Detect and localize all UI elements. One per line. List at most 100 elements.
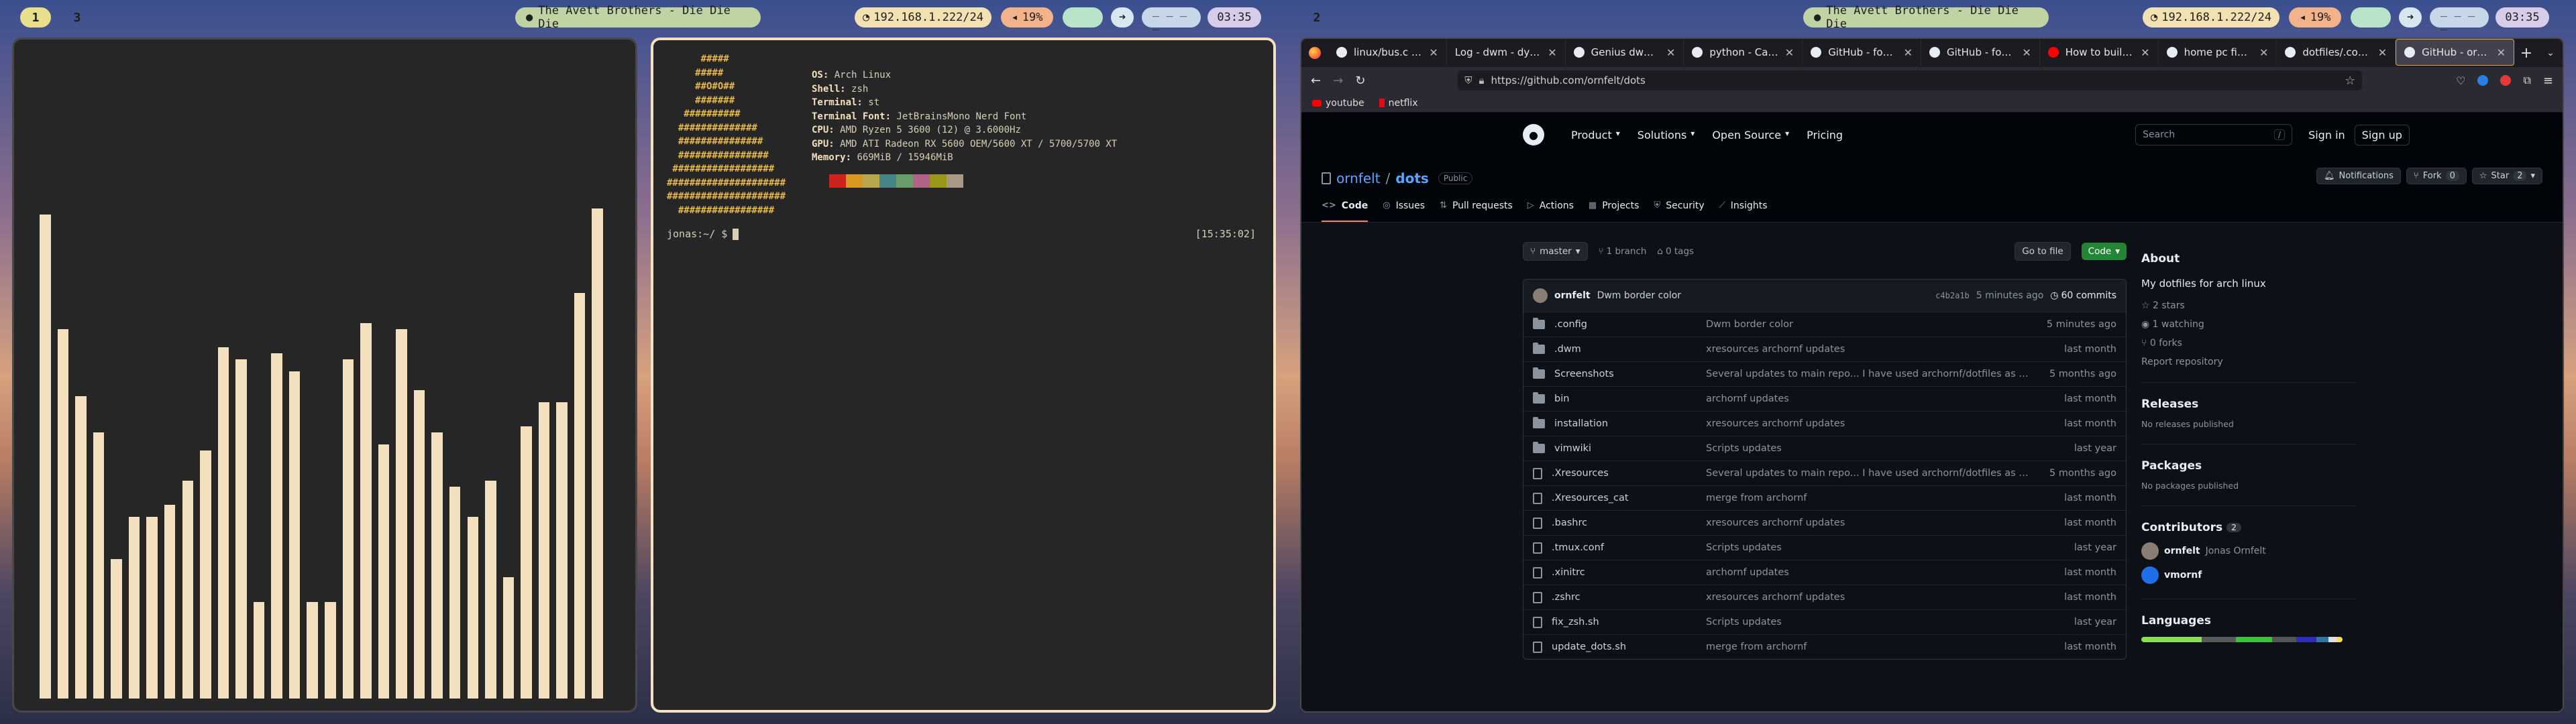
- file-name-link[interactable]: installation: [1554, 418, 1608, 429]
- forks-link[interactable]: ⑂ 0 forks: [2141, 338, 2356, 349]
- commit-message-link[interactable]: Several updates to main repo... I have u…: [1706, 369, 2029, 379]
- table-row[interactable]: fix_zsh.sh Scripts updates last year: [1523, 609, 2126, 634]
- firefox-menu[interactable]: [1301, 39, 1328, 67]
- file-name-link[interactable]: .Xresources_cat: [1552, 493, 1629, 503]
- browser-tab[interactable]: GitHub - foglemon ✕: [1803, 39, 1921, 66]
- file-name-link[interactable]: Screenshots: [1554, 369, 1614, 379]
- repo-owner-link[interactable]: ornfelt: [1336, 170, 1381, 186]
- menu-icon[interactable]: ≡: [2543, 74, 2553, 88]
- browser-tab[interactable]: GitHub - ornfelt/do ✕: [2396, 39, 2514, 66]
- url-bar[interactable]: ⛨ 🔒︎ https://github.com/ornfelt/dots ☆: [1458, 70, 2363, 90]
- commit-message-link[interactable]: Scripts updates: [1706, 617, 2029, 627]
- file-name-link[interactable]: .config: [1554, 319, 1587, 330]
- tab-list-button[interactable]: ⌄: [2538, 39, 2563, 67]
- file-name-link[interactable]: vimwiki: [1554, 443, 1591, 454]
- extension-icon[interactable]: [2477, 75, 2489, 86]
- table-row[interactable]: .xinitrc archornf updates last month: [1523, 560, 2126, 585]
- browser-tab[interactable]: Log - dwm - dynamic ✕: [1447, 39, 1566, 66]
- table-row[interactable]: bin archornf updates last month: [1523, 386, 2126, 411]
- reload-icon[interactable]: ↻: [1355, 74, 1365, 88]
- file-name-link[interactable]: .Xresources: [1552, 468, 1609, 479]
- commit-message-link[interactable]: Scripts updates: [1706, 443, 2029, 454]
- close-icon[interactable]: ✕: [1429, 46, 1438, 59]
- browser-tab[interactable]: dotfiles/.config at ✕: [2277, 39, 2396, 66]
- commits-link[interactable]: ◷ 60 commits: [2050, 290, 2116, 301]
- repo-name-link[interactable]: dots: [1395, 170, 1429, 186]
- new-tab-button[interactable]: +: [2514, 39, 2538, 67]
- tag-2[interactable]: 2: [1301, 7, 1332, 27]
- sign-up-button[interactable]: Sign up: [2354, 124, 2410, 145]
- close-icon[interactable]: ✕: [1904, 46, 1913, 59]
- file-name-link[interactable]: .dwm: [1554, 344, 1581, 355]
- tab-projects[interactable]: ▦ Projects: [1589, 200, 1640, 222]
- nav-open-source[interactable]: Open Source ▾: [1712, 129, 1789, 141]
- browser-tab[interactable]: How to build and ✕: [2040, 39, 2159, 66]
- table-row[interactable]: .tmux.conf Scripts updates last year: [1523, 535, 2126, 560]
- notifications-button[interactable]: 🔔︎ Notifications: [2316, 168, 2401, 184]
- extensions-puzzle-icon[interactable]: ⧉: [2523, 74, 2530, 87]
- fork-button[interactable]: ⑂ Fork 0: [2406, 168, 2467, 184]
- go-to-file-button[interactable]: Go to file: [2015, 242, 2071, 261]
- file-name-link[interactable]: update_dots.sh: [1552, 642, 1626, 652]
- github-search[interactable]: Search /: [2135, 124, 2293, 145]
- commit-message-link[interactable]: archornf updates: [1706, 394, 2029, 404]
- file-name-link[interactable]: fix_zsh.sh: [1552, 617, 1599, 627]
- github-logo-icon[interactable]: ●: [1523, 124, 1544, 145]
- audio-visualizer-window[interactable]: [12, 38, 637, 713]
- commit-message-link[interactable]: archornf updates: [1706, 567, 2029, 578]
- close-icon[interactable]: ✕: [2141, 46, 2149, 59]
- star-button[interactable]: ☆ Star 2 ▾: [2471, 168, 2542, 184]
- tab-code[interactable]: <> Code: [1322, 200, 1368, 222]
- arrow-widget-right[interactable]: ➜: [2399, 7, 2422, 27]
- browser-tab[interactable]: python - Calling a ✕: [1684, 39, 1803, 66]
- commit-message-link[interactable]: xresources archornf updates: [1706, 518, 2029, 528]
- bookmark-netflix[interactable]: netflix: [1379, 98, 1418, 109]
- forward-icon[interactable]: →: [1333, 74, 1343, 88]
- commit-message[interactable]: Dwm border color: [1597, 290, 1681, 301]
- table-row[interactable]: .Xresources_cat merge from archornf last m…: [1523, 485, 2126, 510]
- tab-issues[interactable]: ◎ Issues: [1383, 200, 1425, 222]
- code-button[interactable]: Code ▾: [2081, 243, 2127, 260]
- table-row[interactable]: vimwiki Scripts updates last year: [1523, 436, 2126, 461]
- nav-solutions[interactable]: Solutions ▾: [1638, 129, 1695, 141]
- close-icon[interactable]: ✕: [1548, 46, 1556, 59]
- commit-message-link[interactable]: Scripts updates: [1706, 542, 2029, 553]
- browser-window[interactable]: linux/bus.c at main ✕ Log - dwm - dynamic ✕…: [1300, 38, 2564, 713]
- table-row[interactable]: Screenshots Several updates to main repo.…: [1523, 361, 2126, 386]
- close-icon[interactable]: ✕: [1785, 46, 1794, 59]
- nav-pricing[interactable]: Pricing: [1807, 129, 1843, 141]
- releases-heading[interactable]: Releases: [2141, 398, 2356, 411]
- file-name-link[interactable]: .zshrc: [1552, 592, 1580, 603]
- browser-tab[interactable]: Genius dwm single ✕: [1566, 39, 1684, 66]
- back-icon[interactable]: ←: [1311, 74, 1321, 88]
- table-row[interactable]: .config Dwm border color 5 minutes ago: [1523, 312, 2126, 337]
- commit-message-link[interactable]: merge from archornf: [1706, 493, 2029, 503]
- commit-author[interactable]: ornfelt: [1554, 290, 1591, 301]
- browser-tab[interactable]: linux/bus.c at main ✕: [1328, 39, 1447, 66]
- file-name-link[interactable]: .tmux.conf: [1552, 542, 1604, 553]
- tab-security[interactable]: ⛨ Security: [1654, 200, 1704, 222]
- browser-tab[interactable]: home pc fixes - on ✕: [2159, 39, 2277, 66]
- commit-message-link[interactable]: xresources archornf updates: [1706, 344, 2029, 355]
- tab-insights[interactable]: ⟋ Insights: [1719, 200, 1768, 222]
- commit-message-link[interactable]: xresources archornf updates: [1706, 418, 2029, 429]
- table-row[interactable]: .bashrc xresources archornf updates last m…: [1523, 510, 2126, 535]
- file-name-link[interactable]: .bashrc: [1552, 518, 1587, 528]
- close-icon[interactable]: ✕: [2497, 46, 2506, 59]
- file-name-link[interactable]: bin: [1554, 394, 1569, 404]
- arrow-widget[interactable]: ➜: [1111, 7, 1134, 27]
- commit-message-link[interactable]: Several updates to main repo... I have u…: [1706, 468, 2029, 479]
- star-bookmark-icon[interactable]: ☆: [2345, 74, 2355, 88]
- tab-actions[interactable]: ▷ Actions: [1527, 200, 1574, 222]
- table-row[interactable]: update_dots.sh merge from archornf last mo…: [1523, 634, 2126, 659]
- commit-message-link[interactable]: merge from archornf: [1706, 642, 2029, 652]
- tab-pull-requests[interactable]: ⇅ Pull requests: [1440, 200, 1513, 222]
- branches-link[interactable]: ⑂ 1 branch: [1599, 246, 1647, 257]
- close-icon[interactable]: ✕: [2259, 46, 2268, 59]
- packages-heading[interactable]: Packages: [2141, 459, 2356, 473]
- commit-message-link[interactable]: xresources archornf updates: [1706, 592, 2029, 603]
- close-icon[interactable]: ✕: [2378, 46, 2387, 59]
- contributors-heading[interactable]: Contributors: [2141, 521, 2222, 534]
- bookmark-youtube[interactable]: youtube: [1312, 98, 1364, 109]
- stars-link[interactable]: ☆ 2 stars: [2141, 300, 2356, 311]
